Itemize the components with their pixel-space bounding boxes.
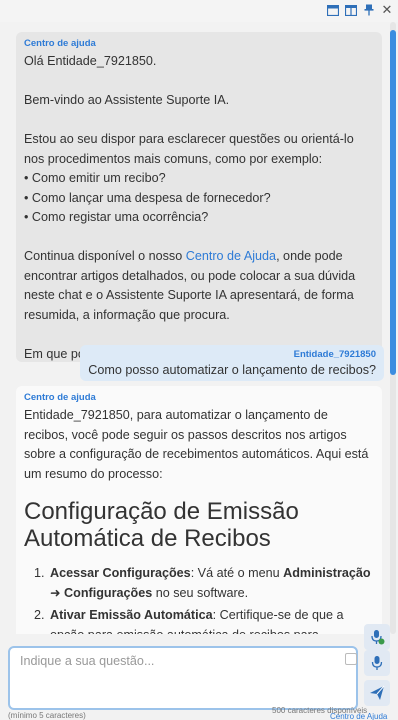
send-icon (370, 685, 385, 700)
microphone-settings-icon (371, 630, 385, 645)
chat-history[interactable]: Centro de ajuda Olá Entidade_7921850. Be… (8, 22, 390, 634)
help-text: Continua disponível o nosso Centro de Aj… (24, 249, 356, 322)
example-item: • Como lançar uma despesa de fornecedor? (24, 190, 271, 205)
message-body: Como posso automatizar o lançamento de r… (88, 363, 376, 377)
help-center-footer-link[interactable]: Centro de Ajuda (330, 712, 387, 720)
microphone-icon (371, 656, 383, 670)
question-input[interactable] (10, 648, 356, 708)
message-sender: Centro de ajuda (24, 38, 96, 49)
bot-message-answer: Centro de ajuda Entidade_7921850, para a… (16, 386, 382, 634)
window-controls: ✕ (326, 2, 394, 17)
message-body: Entidade_7921850, para automatizar o lan… (24, 408, 369, 481)
microphone-button[interactable] (364, 650, 390, 676)
intro-text: Estou ao seu dispor para esclarecer ques… (24, 132, 354, 166)
step-item: Acessar Configurações: Vá até o menu Adm… (48, 564, 374, 603)
scroll-thumb[interactable] (390, 30, 396, 375)
greeting-text: Olá Entidade_7921850. (24, 54, 157, 68)
close-icon[interactable]: ✕ (380, 2, 394, 17)
pin-icon[interactable] (362, 3, 376, 17)
min-chars-hint: (mínimo 5 caracteres) (8, 711, 86, 720)
send-button[interactable] (364, 680, 390, 706)
chat-scrollbar[interactable] (390, 22, 396, 634)
welcome-text: Bem-vindo ao Assistente Suporte IA. (24, 93, 230, 107)
message-body: Olá Entidade_7921850. Bem-vindo ao Assis… (24, 52, 374, 364)
step-item: Ativar Emissão Automática: Certifique-se… (48, 606, 374, 634)
message-sender: Entidade_7921850 (293, 349, 376, 360)
split-view-icon[interactable] (344, 3, 358, 17)
article-title: Configuração de Emissão Automática de Re… (24, 498, 299, 552)
expand-input-icon[interactable] (345, 653, 357, 665)
example-item: • Como emitir um recibo? (24, 171, 166, 185)
user-message: Entidade_7921850 Como posso automatizar … (80, 345, 384, 381)
example-item: • Como registar uma ocorrência? (24, 210, 209, 224)
message-sender: Centro de ajuda (24, 392, 96, 403)
question-input-container (8, 646, 358, 710)
steps-list: Acessar Configurações: Vá até o menu Adm… (48, 564, 374, 634)
voice-settings-button[interactable] (364, 624, 390, 650)
help-center-link[interactable]: Centro de Ajuda (186, 249, 276, 263)
bot-message-welcome: Centro de ajuda Olá Entidade_7921850. Be… (16, 32, 382, 362)
top-bar: ✕ (0, 0, 398, 22)
window-icon[interactable] (326, 3, 340, 17)
